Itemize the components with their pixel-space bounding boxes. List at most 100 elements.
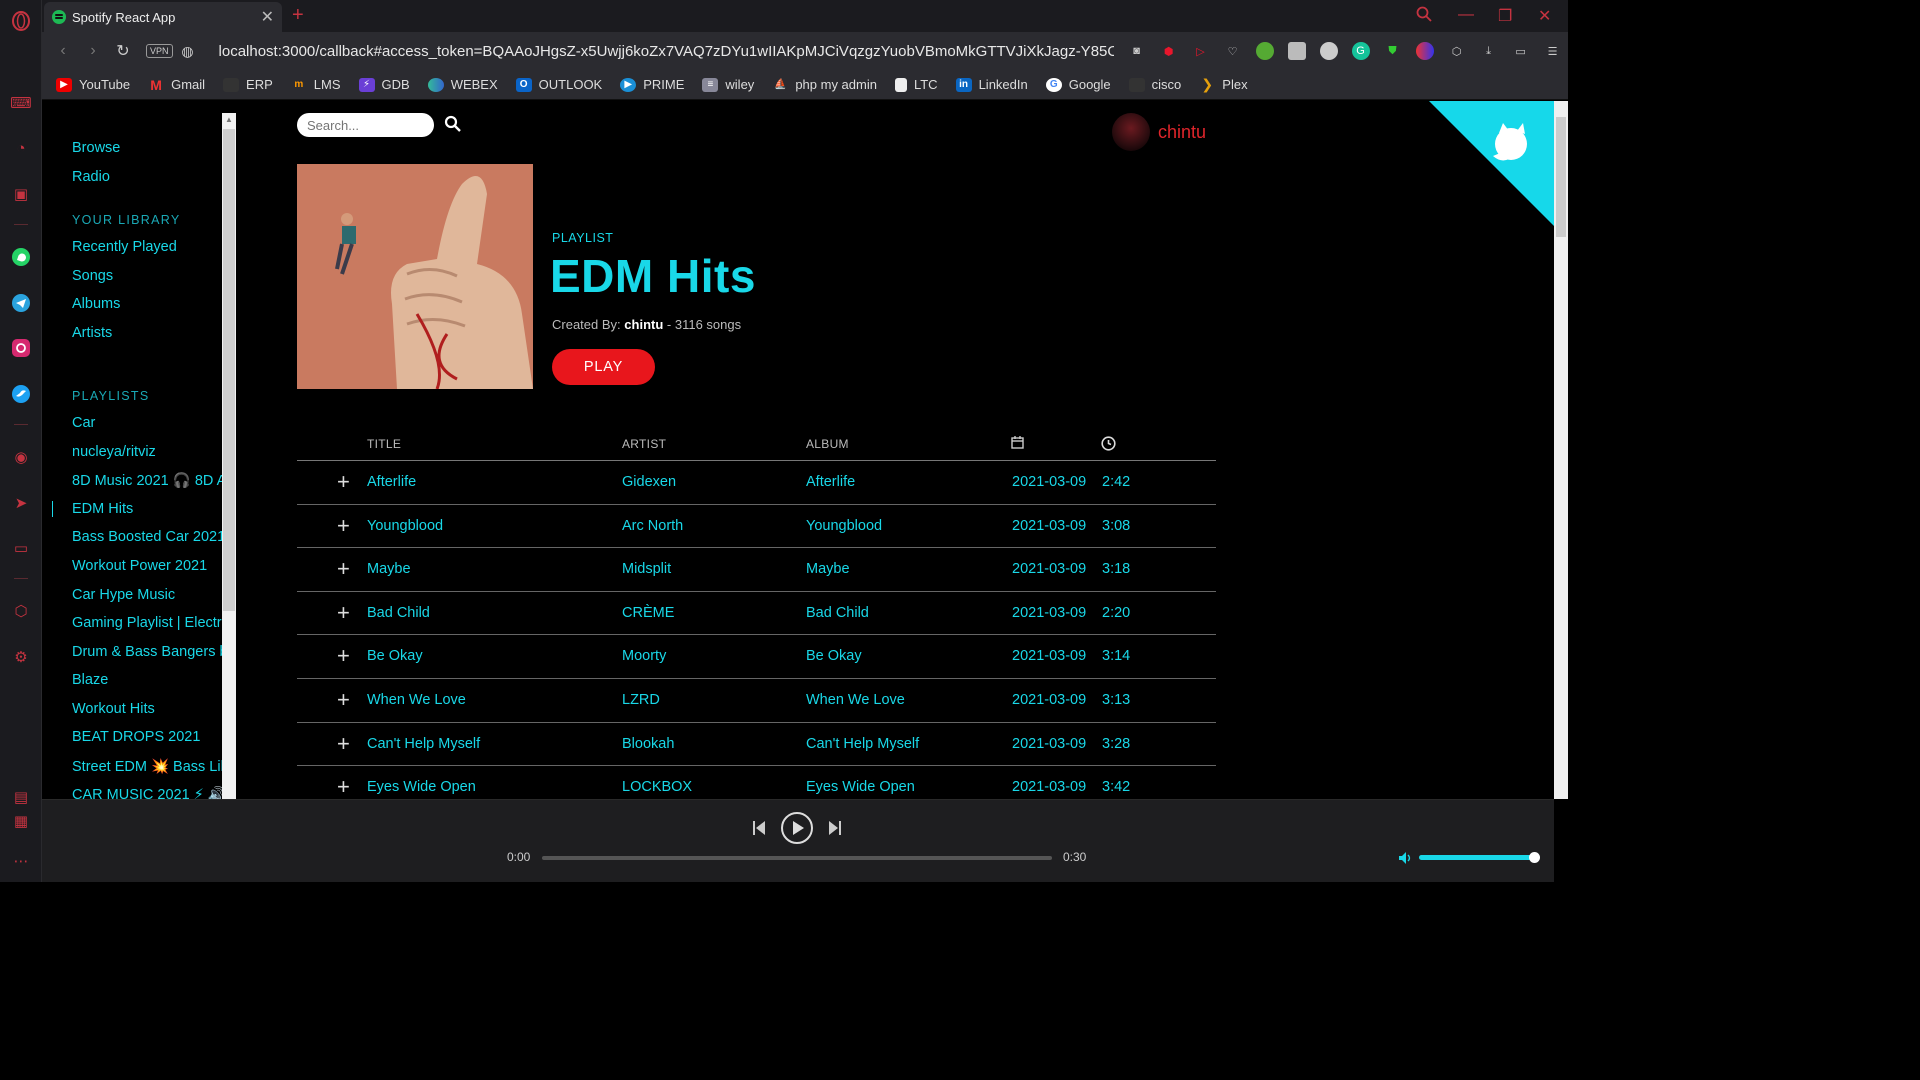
- twitter-icon[interactable]: [10, 383, 32, 405]
- user-menu[interactable]: chintu: [1112, 113, 1206, 151]
- library-songs[interactable]: Songs: [72, 268, 113, 284]
- add-track-icon[interactable]: +: [337, 774, 350, 799]
- chip-icon[interactable]: ▦: [10, 810, 32, 832]
- bookmark-cisco[interactable]: cisco: [1128, 77, 1181, 92]
- track-title[interactable]: Be Okay: [367, 648, 423, 664]
- table-row[interactable]: + Eyes Wide Open LOCKBOX Eyes Wide Open 2021…: [297, 766, 1216, 799]
- play-button[interactable]: PLAY: [552, 349, 655, 385]
- playlist-item[interactable]: Workout Hits: [72, 701, 155, 717]
- back-icon[interactable]: ‹: [48, 42, 78, 60]
- more-icon[interactable]: ⋯: [10, 850, 32, 872]
- track-album[interactable]: Afterlife: [806, 474, 855, 490]
- table-row[interactable]: + Can't Help Myself Blookah Can't Help Myse…: [297, 723, 1216, 767]
- add-track-icon[interactable]: +: [337, 687, 350, 713]
- tab-spotify[interactable]: Spotify React App ✕: [44, 2, 282, 32]
- scroll-up-icon[interactable]: ▲: [225, 115, 233, 124]
- grammarly-icon[interactable]: G: [1351, 42, 1370, 60]
- nav-browse[interactable]: Browse: [72, 140, 120, 156]
- table-row[interactable]: + Youngblood Arc North Youngblood 2021-03-09…: [297, 505, 1216, 549]
- playlist-item[interactable]: CAR MUSIC 2021 ⚡ 🔊: [72, 786, 222, 799]
- opera-logo-icon[interactable]: [10, 10, 32, 32]
- track-artist[interactable]: CRÈME: [622, 605, 674, 621]
- track-album[interactable]: Bad Child: [806, 605, 869, 621]
- add-track-icon[interactable]: +: [337, 643, 350, 669]
- track-album[interactable]: When We Love: [806, 692, 905, 708]
- url-field[interactable]: localhost:3000/callback#access_token=BQA…: [219, 43, 1114, 60]
- hardware-icon[interactable]: ▤: [10, 786, 32, 808]
- flow-icon[interactable]: ➤: [10, 492, 32, 514]
- crypto-wallet-icon[interactable]: ▭: [10, 537, 32, 559]
- github-corner-icon[interactable]: [1429, 101, 1554, 226]
- adblock-shield-icon[interactable]: ⛊: [1384, 42, 1402, 60]
- playlist-item[interactable]: Gaming Playlist | Electro: [72, 615, 222, 631]
- playlist-item[interactable]: BEAT DROPS 2021: [72, 729, 200, 745]
- playlist-item[interactable]: Car Hype Music: [72, 587, 175, 603]
- table-row[interactable]: + When We Love LZRD When We Love 2021-03-09 3…: [297, 679, 1216, 723]
- vpn-badge[interactable]: VPN: [146, 44, 173, 58]
- track-artist[interactable]: Gidexen: [622, 474, 676, 490]
- track-title[interactable]: When We Love: [367, 692, 466, 708]
- telegram-icon[interactable]: [10, 292, 32, 314]
- track-album[interactable]: Eyes Wide Open: [806, 779, 915, 795]
- playlist-item-active[interactable]: EDM Hits: [72, 501, 133, 517]
- extension-multicolor-icon[interactable]: [1415, 42, 1434, 60]
- camera-icon[interactable]: ◙: [1128, 42, 1146, 60]
- nav-radio[interactable]: Radio: [72, 169, 110, 185]
- playlist-item[interactable]: Blaze: [72, 672, 108, 688]
- gamepad-icon[interactable]: ⌨: [10, 92, 32, 114]
- track-album[interactable]: Can't Help Myself: [806, 736, 919, 752]
- playlist-item[interactable]: Workout Power 2021: [72, 558, 207, 574]
- track-artist[interactable]: Moorty: [622, 648, 666, 664]
- download-icon[interactable]: ⤓: [1480, 42, 1498, 60]
- library-artists[interactable]: Artists: [72, 325, 112, 341]
- bookmark-webex[interactable]: WEBEX: [427, 77, 498, 92]
- new-tab-button[interactable]: +: [292, 4, 304, 27]
- play-pause-icon[interactable]: [780, 811, 814, 845]
- bookmark-prime[interactable]: ▶ PRIME: [620, 77, 684, 92]
- add-track-icon[interactable]: +: [337, 513, 350, 539]
- bookmark-outlook[interactable]: O OUTLOOK: [515, 77, 602, 92]
- bookmark-plex[interactable]: ❯ Plex: [1199, 76, 1247, 92]
- add-track-icon[interactable]: +: [337, 731, 350, 757]
- send-icon[interactable]: ▷: [1192, 42, 1210, 60]
- extension-puzzle-icon[interactable]: [1287, 42, 1306, 60]
- library-recently-played[interactable]: Recently Played: [72, 239, 177, 255]
- playlist-item[interactable]: Car: [72, 415, 95, 431]
- instagram-icon[interactable]: [10, 337, 32, 359]
- battery-icon[interactable]: ▭: [1512, 42, 1530, 60]
- track-title[interactable]: Can't Help Myself: [367, 736, 480, 752]
- bookmark-linkedin[interactable]: in LinkedIn: [955, 77, 1028, 92]
- track-title[interactable]: Maybe: [367, 561, 411, 577]
- bookmark-phpmyadmin[interactable]: ⛵ php my admin: [772, 77, 877, 92]
- scrollbar-thumb[interactable]: [1556, 117, 1566, 237]
- volume-slider[interactable]: [1419, 852, 1540, 863]
- add-track-icon[interactable]: +: [337, 469, 350, 495]
- track-artist[interactable]: Midsplit: [622, 561, 671, 577]
- track-title[interactable]: Eyes Wide Open: [367, 779, 476, 795]
- playlist-item[interactable]: 8D Music 2021 🎧 8D A: [72, 472, 222, 489]
- volume-knob[interactable]: [1529, 852, 1540, 863]
- forward-icon[interactable]: ›: [78, 42, 108, 60]
- bookmark-gmail[interactable]: M Gmail: [148, 77, 205, 93]
- table-row[interactable]: + Afterlife Gidexen Afterlife 2021-03-09 2:42: [297, 461, 1216, 505]
- easy-setup-icon[interactable]: ☰: [1544, 42, 1562, 60]
- bookmark-gdb[interactable]: ⚡ GDB: [358, 77, 410, 92]
- bookmark-wiley[interactable]: ≡ wiley: [702, 77, 754, 92]
- track-title[interactable]: Bad Child: [367, 605, 430, 621]
- add-track-icon[interactable]: +: [337, 600, 350, 626]
- search-icon[interactable]: [444, 115, 462, 133]
- extension-cube-icon[interactable]: [1255, 42, 1274, 60]
- globe-icon[interactable]: ◍: [173, 43, 203, 60]
- extensions-icon[interactable]: ⬡: [10, 600, 32, 622]
- bookmark-google[interactable]: G Google: [1045, 77, 1111, 92]
- sidebar-scrollbar[interactable]: ▲: [222, 113, 236, 799]
- box-icon[interactable]: ⬡: [1448, 42, 1466, 60]
- add-track-icon[interactable]: +: [337, 556, 350, 582]
- playlist-item[interactable]: Drum & Bass Bangers b: [72, 644, 222, 660]
- page-scrollbar[interactable]: [1554, 101, 1568, 799]
- track-artist[interactable]: Arc North: [622, 518, 683, 534]
- close-tab-icon[interactable]: ✕: [261, 7, 274, 27]
- shield-icon[interactable]: ⬢: [1160, 42, 1178, 60]
- library-albums[interactable]: Albums: [72, 296, 120, 312]
- search-tabs-icon[interactable]: [1416, 6, 1432, 27]
